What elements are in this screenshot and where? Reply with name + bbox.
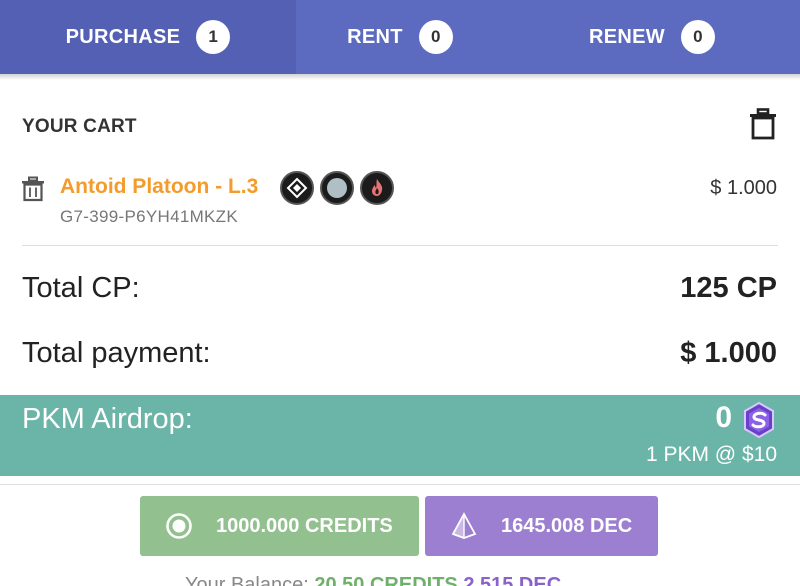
pay-with-credits-label: 1000.000 CREDITS [216, 514, 393, 537]
clear-cart-trash-icon[interactable] [748, 108, 778, 140]
diamond-ability-icon [280, 171, 314, 205]
credits-coin-icon [164, 511, 194, 541]
tab-purchase-label: PURCHASE [65, 25, 181, 48]
tab-purchase-count-badge: 1 [196, 20, 231, 54]
tab-bar: PURCHASE 1 RENT 0 RENEW 0 [0, 0, 800, 74]
tab-renew-count-badge: 0 [680, 20, 715, 54]
tab-renew-label: RENEW [589, 25, 665, 48]
pay-with-dec-button[interactable]: 1645.008 DEC [425, 496, 658, 556]
total-payment-value: $ 1.000 [680, 337, 777, 369]
balance-credits: 20.50 CREDITS [314, 574, 458, 586]
pkm-airdrop-rate: 1 PKM @ $10 [645, 443, 777, 466]
tab-rent[interactable]: RENT 0 [296, 0, 504, 74]
cart-item-id: G7-399-P6YH41MKZK [60, 207, 239, 226]
pay-with-credits-button[interactable]: 1000.000 CREDITS [140, 496, 419, 556]
tab-rent-label: RENT [347, 25, 403, 48]
footer-divider [0, 484, 800, 485]
pkm-airdrop-panel: PKM Airdrop: 0 1 PKM @ $10 [0, 395, 800, 476]
pkm-airdrop-amount: 0 [715, 401, 732, 434]
remove-item-trash-icon[interactable] [20, 176, 46, 202]
balance-dec: 2.515 DEC [463, 574, 562, 586]
total-cp-value: 125 CP [680, 272, 777, 304]
balance-label: Your Balance: [185, 574, 309, 586]
fire-ability-icon [360, 171, 394, 205]
pkm-airdrop-label: PKM Airdrop: [22, 403, 193, 435]
pkm-token-icon [740, 401, 778, 439]
cart-item-name[interactable]: Antoid Platoon - L.3 [60, 175, 258, 199]
cart-item-price: $ 1.000 [710, 177, 777, 199]
pay-with-dec-label: 1645.008 DEC [501, 514, 633, 537]
tab-purchase[interactable]: PURCHASE 1 [0, 0, 296, 74]
tab-bar-shadow [0, 74, 800, 80]
total-cp-label: Total CP: [22, 272, 140, 304]
balance-line: Your Balance: 20.50 CREDITS 2.515 DEC [185, 574, 561, 586]
tab-rent-count-badge: 0 [418, 20, 453, 54]
dec-crystal-icon [449, 511, 479, 541]
cart-item-abilities [280, 171, 394, 205]
cart-title: YOUR CART [22, 116, 137, 137]
cart-divider [22, 245, 778, 246]
total-payment-label: Total payment: [22, 337, 211, 369]
tab-renew[interactable]: RENEW 0 [504, 0, 800, 74]
shield-ability-icon [320, 171, 354, 205]
